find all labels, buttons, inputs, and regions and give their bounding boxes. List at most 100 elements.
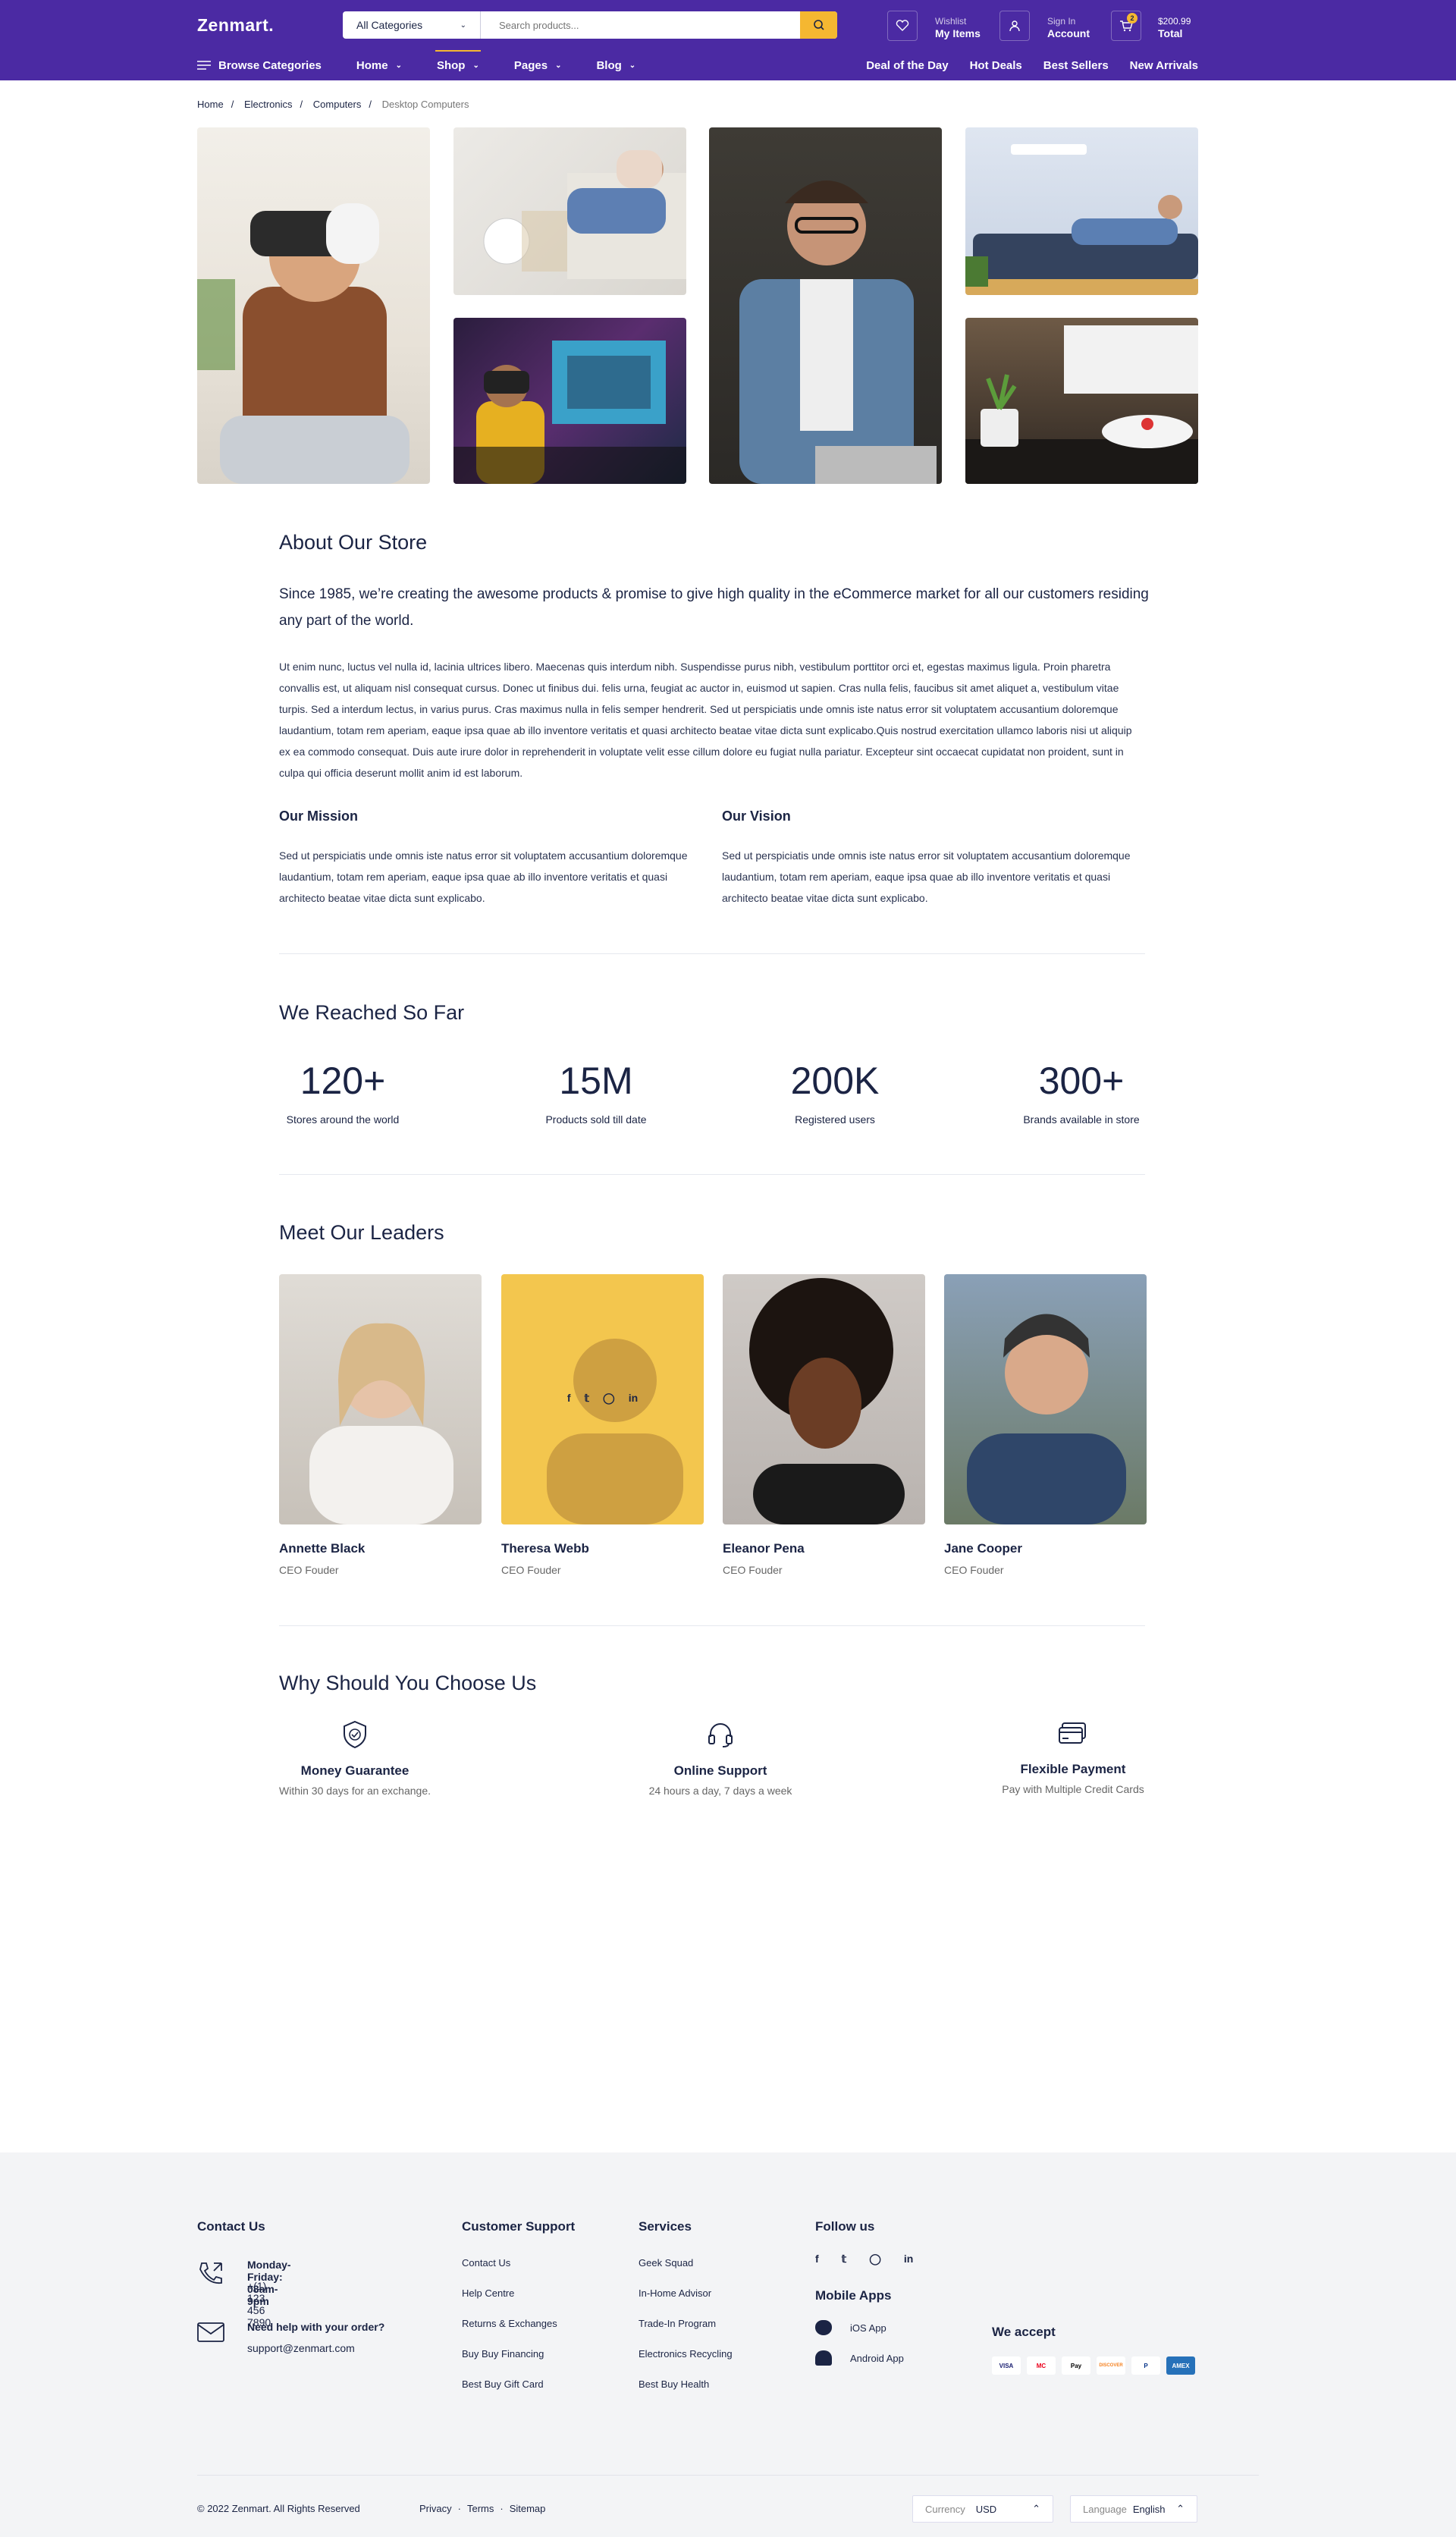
- footer-heading: Follow us: [815, 2219, 875, 2234]
- wishlist-label: My Items: [935, 27, 981, 39]
- nav-deal-of-day[interactable]: Deal of the Day: [866, 59, 948, 72]
- chevron-up-icon: ⌃: [1032, 2503, 1040, 2514]
- footer-help: Need help with your order?: [247, 2321, 385, 2333]
- sitemap-link[interactable]: Sitemap: [510, 2503, 546, 2514]
- stat-value: 15M: [559, 1060, 633, 1102]
- leader-social-links: f 𝕥 ◯ in: [501, 1392, 704, 1405]
- woman-sofa-ac-photo: [965, 127, 1198, 295]
- mail-icon: [197, 2322, 224, 2342]
- footer-link[interactable]: Buy Buy Financing: [462, 2348, 575, 2360]
- category-select-label: All Categories: [356, 19, 423, 31]
- why-item-title: Online Support: [673, 1763, 767, 1778]
- leader-role: CEO Fouder: [501, 1564, 561, 1576]
- leader-card[interactable]: f 𝕥 ◯ in Theresa Webb CEO Fouder: [501, 1274, 704, 1576]
- footer-link[interactable]: In-Home Advisor: [639, 2287, 733, 2299]
- shield-check-icon: [344, 1720, 366, 1749]
- breadcrumb: Home / Electronics / Computers / Desktop Co…: [197, 99, 469, 110]
- terms-link[interactable]: Terms: [467, 2503, 494, 2514]
- leader-card[interactable]: Eleanor Pena CEO Fouder: [723, 1274, 925, 1576]
- amex-icon: AMEX: [1166, 2356, 1195, 2375]
- privacy-link[interactable]: Privacy: [419, 2503, 452, 2514]
- footer-link[interactable]: Contact Us: [462, 2257, 575, 2269]
- divider: [279, 1174, 1145, 1175]
- search-button[interactable]: [800, 11, 837, 39]
- leader-card[interactable]: Jane Cooper CEO Fouder: [944, 1274, 1147, 1576]
- nav-item-shop[interactable]: Shop ⌄: [435, 50, 481, 80]
- wishlist-button[interactable]: [887, 11, 918, 41]
- nav-label: Pages: [513, 58, 548, 72]
- mastercard-icon: MC: [1027, 2356, 1056, 2375]
- browse-categories-button[interactable]: Browse Categories: [197, 50, 322, 80]
- apple-pay-icon: Pay: [1062, 2356, 1090, 2375]
- nav-label: Blog: [596, 58, 622, 72]
- cart-link[interactable]: $200.99 Total: [1158, 15, 1191, 39]
- chevron-down-icon: ⌄: [629, 61, 636, 70]
- why-item-title: Money Guarantee: [300, 1763, 410, 1778]
- leader-photo: f 𝕥 ◯ in: [501, 1274, 704, 1524]
- leader-card[interactable]: Annette Black CEO Fouder: [279, 1274, 482, 1576]
- wishlist-link[interactable]: Wishlist My Items: [935, 15, 981, 39]
- language-select[interactable]: Language English ⌃: [1070, 2495, 1197, 2523]
- category-select[interactable]: All Categories ⌄: [343, 11, 481, 39]
- currency-value: USD: [975, 2503, 997, 2515]
- logo[interactable]: Zenmart.: [197, 15, 274, 36]
- payment-cards: VISA MC Pay DISCOVER P AMEX: [992, 2356, 1201, 2375]
- linkedin-icon[interactable]: in: [629, 1392, 638, 1405]
- main-nav: Browse Categories Home ⌄ Shop ⌄ Pages ⌄ Blo…: [197, 50, 670, 80]
- breadcrumb-electronics[interactable]: Electronics: [244, 99, 293, 110]
- menu-icon: [197, 61, 211, 70]
- why-item-support: Online Support 24 hours a day, 7 days a …: [637, 1720, 804, 1797]
- footer-heading: We accept: [992, 2325, 1056, 2339]
- chevron-down-icon: ⌄: [472, 61, 479, 70]
- search-input[interactable]: [481, 11, 800, 39]
- twitter-icon[interactable]: 𝕥: [585, 1392, 590, 1405]
- nav-hot-deals[interactable]: Hot Deals: [970, 59, 1022, 72]
- search-bar: All Categories ⌄: [343, 11, 837, 39]
- nav-new-arrivals[interactable]: New Arrivals: [1130, 59, 1198, 72]
- nav-item-blog[interactable]: Blog ⌄: [596, 50, 635, 80]
- breadcrumb-computers[interactable]: Computers: [313, 99, 362, 110]
- wishlist-small-label: Wishlist: [935, 16, 967, 27]
- stat-stores: 120+ Stores around the world: [237, 1054, 449, 1126]
- stat-value: 200K: [790, 1060, 880, 1102]
- visa-icon: VISA: [992, 2356, 1021, 2375]
- currency-select[interactable]: Currency USD ⌃: [912, 2495, 1053, 2523]
- account-link[interactable]: Sign In Account: [1047, 15, 1090, 39]
- breadcrumb-home[interactable]: Home: [197, 99, 224, 110]
- credit-card-icon: [1059, 1722, 1086, 1744]
- about-title: About Our Store: [279, 531, 428, 554]
- woman-couch-photo: [453, 127, 686, 295]
- reached-title: We Reached So Far: [279, 1001, 465, 1024]
- linkedin-icon[interactable]: in: [904, 2253, 913, 2265]
- footer-support: Customer Support Contact Us Help Centre …: [462, 2219, 575, 2390]
- footer-link[interactable]: Best Buy Health: [639, 2378, 733, 2390]
- footer-link[interactable]: Returns & Exchanges: [462, 2318, 575, 2329]
- nav-item-home[interactable]: Home ⌄: [356, 50, 402, 80]
- nav-best-sellers[interactable]: Best Sellers: [1043, 59, 1109, 72]
- footer-link[interactable]: Geek Squad: [639, 2257, 733, 2269]
- leaders-title: Meet Our Leaders: [279, 1221, 444, 1244]
- footer-link[interactable]: Electronics Recycling: [639, 2348, 733, 2360]
- vr-gaming-setup-photo: [453, 318, 686, 484]
- facebook-icon[interactable]: f: [815, 2253, 819, 2265]
- footer-contact: Contact Us Monday-Friday: 08am-9pm +(1) …: [197, 2219, 384, 2366]
- ios-app-link[interactable]: iOS App: [815, 2320, 913, 2335]
- stat-label: Registered users: [795, 1113, 875, 1126]
- facebook-icon[interactable]: f: [567, 1392, 571, 1405]
- footer-link[interactable]: Best Buy Gift Card: [462, 2378, 575, 2390]
- stat-brands: 300+ Brands available in store: [975, 1054, 1188, 1126]
- footer-link[interactable]: Help Centre: [462, 2287, 575, 2299]
- twitter-icon[interactable]: 𝕥: [842, 2253, 847, 2265]
- why-item-title: Flexible Payment: [1020, 1762, 1126, 1776]
- discover-icon: DISCOVER: [1097, 2356, 1125, 2375]
- instagram-icon[interactable]: ◯: [603, 1392, 615, 1405]
- why-item-payment: Flexible Payment Pay with Multiple Credi…: [993, 1720, 1153, 1795]
- account-button[interactable]: [999, 11, 1030, 41]
- footer-link[interactable]: Trade-In Program: [639, 2318, 733, 2329]
- nav-item-pages[interactable]: Pages ⌄: [514, 50, 562, 80]
- instagram-icon[interactable]: ◯: [869, 2253, 881, 2265]
- footer-email[interactable]: support@zenmart.com: [247, 2342, 355, 2354]
- android-app-link[interactable]: Android App: [815, 2350, 913, 2366]
- cart-button[interactable]: 2: [1111, 11, 1141, 41]
- language-label: Language: [1083, 2503, 1127, 2515]
